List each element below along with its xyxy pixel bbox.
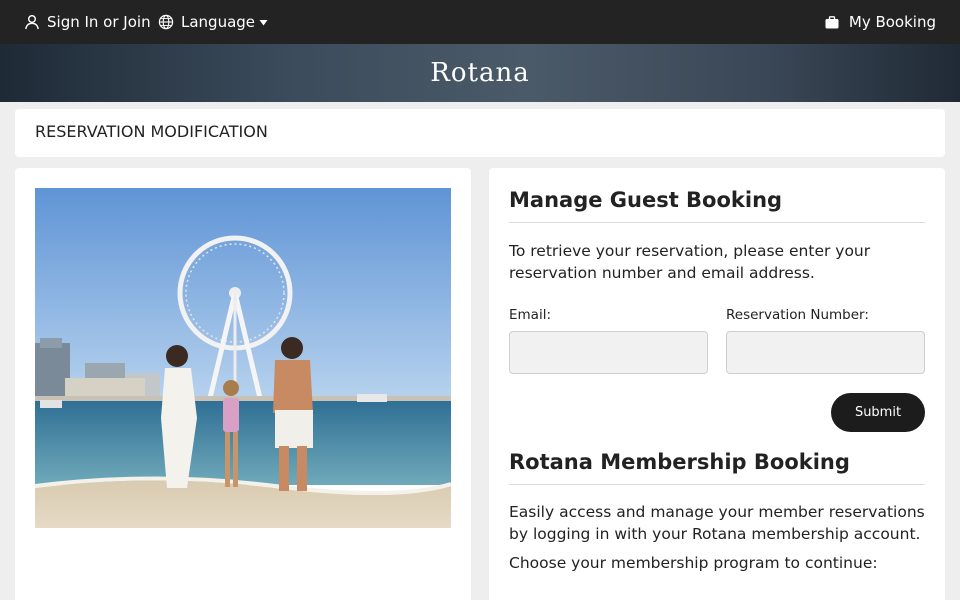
page-title-card: RESERVATION MODIFICATION xyxy=(15,109,945,157)
briefcase-icon xyxy=(825,15,839,29)
email-field[interactable] xyxy=(509,331,708,374)
submit-button[interactable]: Submit xyxy=(831,393,925,432)
page-title: RESERVATION MODIFICATION xyxy=(35,122,268,141)
booking-card: Manage Guest Booking To retrieve your re… xyxy=(489,168,945,600)
membership-choose-prompt: Choose your membership program to contin… xyxy=(509,554,878,572)
header-banner: Rotana xyxy=(0,44,960,102)
image-card xyxy=(15,168,471,600)
my-booking-link[interactable]: My Booking xyxy=(825,0,936,44)
my-booking-label: My Booking xyxy=(848,13,936,31)
sign-in-link[interactable]: Sign In or Join xyxy=(24,0,151,44)
reservation-number-label: Reservation Number: xyxy=(726,307,869,323)
beach-family-photo xyxy=(35,188,451,528)
globe-icon xyxy=(158,14,174,30)
sign-in-label: Sign In or Join xyxy=(47,13,151,31)
guest-booking-instructions: To retrieve your reservation, please ent… xyxy=(509,242,871,282)
language-label: Language xyxy=(181,13,256,31)
logo-text: Rotana xyxy=(430,58,530,88)
email-label: Email: xyxy=(509,307,552,323)
language-selector[interactable]: Language xyxy=(158,0,268,44)
user-icon xyxy=(24,14,40,30)
reservation-number-field[interactable] xyxy=(726,331,925,374)
top-nav-bar: Sign In or Join Language My Booking xyxy=(0,0,960,44)
membership-description: Easily access and manage your member res… xyxy=(509,503,925,543)
guest-booking-heading: Manage Guest Booking xyxy=(509,188,925,223)
caret-down-icon xyxy=(259,18,268,27)
membership-booking-heading: Rotana Membership Booking xyxy=(509,450,925,485)
rotana-logo[interactable]: Rotana xyxy=(0,44,960,102)
